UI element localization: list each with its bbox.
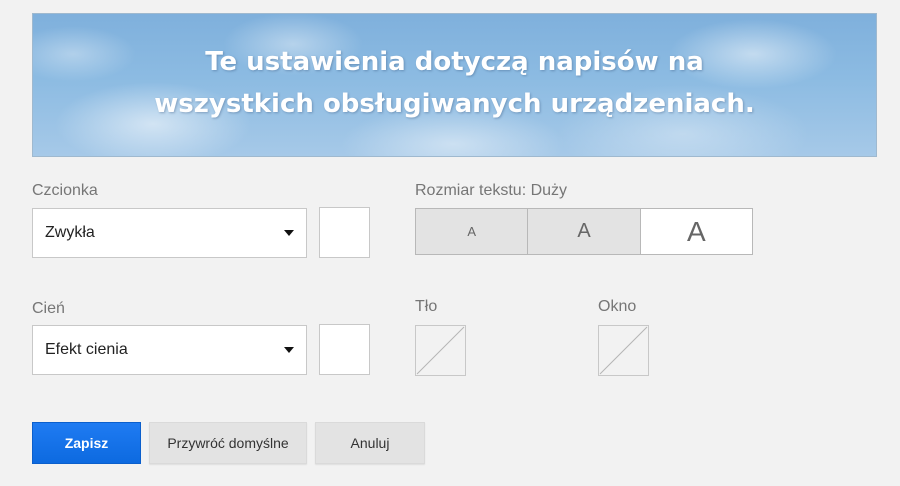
cancel-button[interactable]: Anuluj [315, 422, 425, 464]
font-select-value: Zwykła [45, 224, 95, 241]
background-color-swatch[interactable] [415, 325, 466, 376]
shadow-label: Cień [32, 300, 65, 317]
banner-text: Te ustawienia dotyczą napisów na wszystk… [154, 47, 755, 119]
no-color-icon [599, 326, 648, 375]
background-label: Tło [415, 298, 438, 315]
window-label: Okno [598, 298, 637, 315]
font-color-swatch[interactable] [319, 207, 370, 258]
restore-defaults-button[interactable]: Przywróć domyślne [149, 422, 307, 464]
chevron-down-icon [284, 347, 294, 353]
caption-settings-page: Te ustawienia dotyczą napisów na wszystk… [0, 0, 900, 486]
shadow-select[interactable]: Efekt cienia [32, 325, 307, 375]
text-size-medium-button[interactable]: A [528, 209, 641, 254]
window-color-swatch[interactable] [598, 325, 649, 376]
save-button[interactable]: Zapisz [32, 422, 141, 464]
text-size-label: Rozmiar tekstu: Duży [415, 182, 568, 199]
chevron-down-icon [284, 230, 294, 236]
no-color-icon [416, 326, 465, 375]
info-banner: Te ustawienia dotyczą napisów na wszystk… [32, 13, 877, 157]
shadow-select-value: Efekt cienia [45, 341, 128, 358]
font-select[interactable]: Zwykła [32, 208, 307, 258]
text-size-selector: A A A [415, 208, 753, 255]
shadow-color-swatch[interactable] [319, 324, 370, 375]
text-size-small-button[interactable]: A [416, 209, 529, 254]
text-size-large-button[interactable]: A [640, 209, 752, 254]
font-label: Czcionka [32, 182, 98, 199]
